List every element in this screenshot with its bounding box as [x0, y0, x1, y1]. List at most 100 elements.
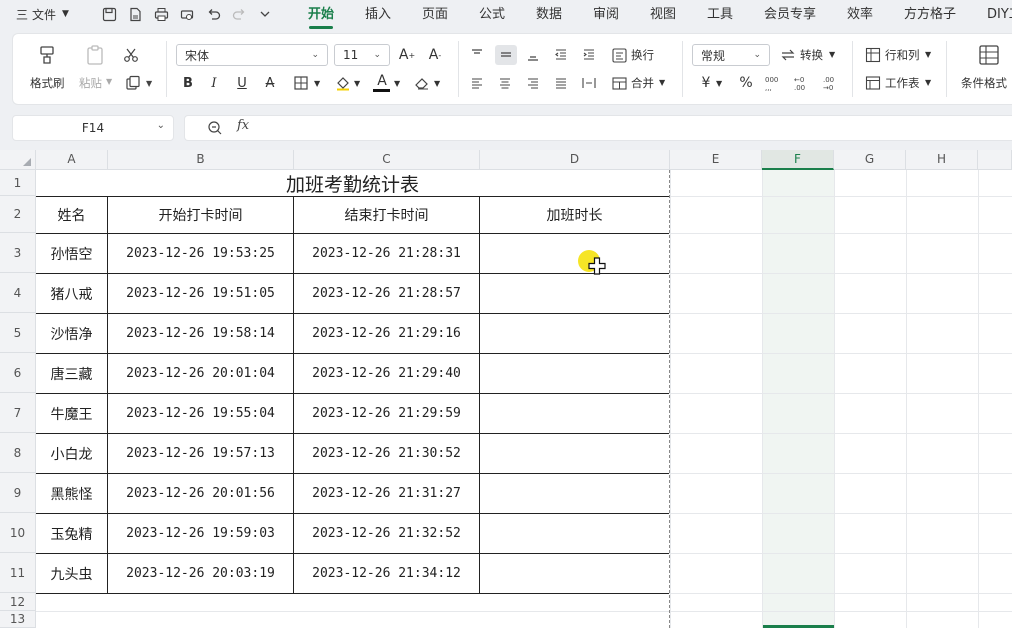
font-name-select[interactable]: 宋体 ⌄	[176, 44, 328, 66]
font-color-icon[interactable]: A	[373, 72, 391, 90]
decrease-font-icon[interactable]: A-	[426, 46, 444, 64]
formula-input[interactable]	[184, 115, 1012, 141]
header-cell-name[interactable]: 姓名	[36, 197, 107, 233]
strikethrough-icon[interactable]: A	[261, 74, 279, 92]
italic-icon[interactable]: I	[205, 74, 223, 92]
align-top-icon[interactable]	[468, 46, 486, 64]
chevron-down-icon[interactable]: ▼	[314, 79, 320, 88]
undo-icon[interactable]	[204, 5, 222, 23]
chevron-down-icon[interactable]: ▼	[434, 79, 440, 88]
wrap-text-icon[interactable]	[610, 46, 628, 64]
column-header[interactable]	[978, 150, 1012, 170]
tab-diy[interactable]: DIY工	[987, 5, 1012, 25]
currency-icon[interactable]: ¥	[697, 74, 715, 92]
cell-start-time[interactable]: 2023-12-26 19:57:13	[108, 434, 293, 473]
rows-columns-icon[interactable]	[864, 46, 882, 64]
tab-member[interactable]: 会员专享	[764, 5, 816, 25]
cell-overtime[interactable]	[480, 434, 669, 473]
zoom-icon[interactable]	[206, 119, 224, 137]
format-painter-icon[interactable]	[36, 44, 58, 66]
chevron-down-icon[interactable]: ▼	[146, 79, 152, 88]
chevron-down-icon[interactable]: ▼	[716, 79, 722, 88]
cell-start-time[interactable]: 2023-12-26 19:53:25	[108, 234, 293, 273]
increase-font-icon[interactable]: A +	[398, 46, 416, 64]
row-header[interactable]: 4	[0, 273, 36, 313]
cut-icon[interactable]	[122, 46, 140, 64]
row-header[interactable]: 12	[0, 593, 36, 611]
merge-cells-label[interactable]: 合并	[631, 75, 654, 91]
row-header[interactable]: 7	[0, 393, 36, 433]
cell-end-time[interactable]: 2023-12-26 21:30:52	[294, 434, 479, 473]
conditional-format-label[interactable]: 条件格式	[961, 75, 1007, 91]
chevron-down-icon[interactable]: ▼	[925, 50, 931, 59]
name-box[interactable]: F14 ⌄	[12, 115, 174, 141]
indent-decrease-icon[interactable]	[552, 46, 570, 64]
header-cell-overtime[interactable]: 加班时长	[480, 197, 669, 233]
header-cell-start-time[interactable]: 开始打卡时间	[108, 197, 293, 233]
cell-start-time[interactable]: 2023-12-26 19:59:03	[108, 514, 293, 553]
cell-end-time[interactable]: 2023-12-26 21:29:59	[294, 394, 479, 433]
tab-fangfang[interactable]: 方方格子	[904, 5, 956, 25]
print-icon[interactable]	[152, 5, 170, 23]
column-header[interactable]: E	[670, 150, 762, 170]
file-menu[interactable]: 三 文件 ▼	[16, 4, 69, 24]
row-header[interactable]: 1	[0, 170, 36, 196]
bold-icon[interactable]: B	[179, 74, 197, 92]
cell-overtime[interactable]	[480, 354, 669, 393]
cell-name[interactable]: 孙悟空	[36, 234, 107, 273]
convert-label[interactable]: 转换	[800, 47, 823, 63]
chevron-down-icon[interactable]: ▼	[106, 77, 112, 86]
cell-start-time[interactable]: 2023-12-26 19:58:14	[108, 314, 293, 353]
rows-columns-label[interactable]: 行和列	[885, 47, 920, 63]
row-header[interactable]: 6	[0, 353, 36, 393]
header-cell-end-time[interactable]: 结束打卡时间	[294, 197, 479, 233]
tab-data[interactable]: 数据	[536, 5, 562, 25]
border-icon[interactable]	[292, 74, 310, 92]
save-icon[interactable]	[100, 5, 118, 23]
sheet-title[interactable]: 加班考勤统计表	[36, 170, 669, 196]
cell-end-time[interactable]: 2023-12-26 21:28:31	[294, 234, 479, 273]
chevron-down-icon[interactable]: ▼	[925, 78, 931, 87]
row-header[interactable]: 8	[0, 433, 36, 473]
row-header[interactable]: 13	[0, 611, 36, 628]
merge-cells-icon[interactable]	[610, 74, 628, 92]
tab-insert[interactable]: 插入	[365, 5, 391, 25]
tab-efficiency[interactable]: 效率	[847, 5, 873, 25]
tab-home[interactable]: 开始	[308, 5, 334, 25]
number-format-select[interactable]: 常规 ⌄	[692, 44, 770, 66]
tab-review[interactable]: 审阅	[593, 5, 619, 25]
cell-end-time[interactable]: 2023-12-26 21:34:12	[294, 554, 479, 593]
redo-icon[interactable]	[230, 5, 248, 23]
cell-overtime[interactable]	[480, 234, 669, 273]
column-header-selected[interactable]: F	[762, 150, 834, 170]
column-header[interactable]: C	[294, 150, 480, 170]
align-middle-icon[interactable]	[495, 45, 517, 65]
fill-color-icon[interactable]	[334, 74, 352, 92]
cell-end-time[interactable]: 2023-12-26 21:29:40	[294, 354, 479, 393]
decrease-decimal-icon[interactable]: ←0.00	[793, 74, 811, 92]
row-header[interactable]: 2	[0, 196, 36, 233]
align-right-icon[interactable]	[524, 74, 542, 92]
conditional-format-icon[interactable]	[978, 44, 1000, 66]
underline-icon[interactable]: U	[233, 74, 251, 92]
tab-page[interactable]: 页面	[422, 5, 448, 25]
cell-start-time[interactable]: 2023-12-26 19:51:05	[108, 274, 293, 313]
font-size-select[interactable]: 11 ⌄	[334, 44, 390, 66]
cell-overtime[interactable]	[480, 394, 669, 433]
chevron-down-icon[interactable]: ▼	[659, 78, 665, 87]
worksheet-icon[interactable]	[864, 74, 882, 92]
distributed-align-icon[interactable]	[580, 74, 598, 92]
copy-icon[interactable]	[124, 74, 142, 92]
cell-end-time[interactable]: 2023-12-26 21:32:52	[294, 514, 479, 553]
tab-formula[interactable]: 公式	[479, 5, 505, 25]
align-left-icon[interactable]	[468, 74, 486, 92]
cell-overtime[interactable]	[480, 554, 669, 593]
cell-name[interactable]: 黑熊怪	[36, 474, 107, 513]
cell-start-time[interactable]: 2023-12-26 20:01:56	[108, 474, 293, 513]
cell-overtime[interactable]	[480, 274, 669, 313]
row-header[interactable]: 9	[0, 473, 36, 513]
column-header[interactable]: B	[108, 150, 294, 170]
eraser-icon[interactable]	[413, 74, 431, 92]
justify-icon[interactable]	[552, 74, 570, 92]
cell-end-time[interactable]: 2023-12-26 21:29:16	[294, 314, 479, 353]
